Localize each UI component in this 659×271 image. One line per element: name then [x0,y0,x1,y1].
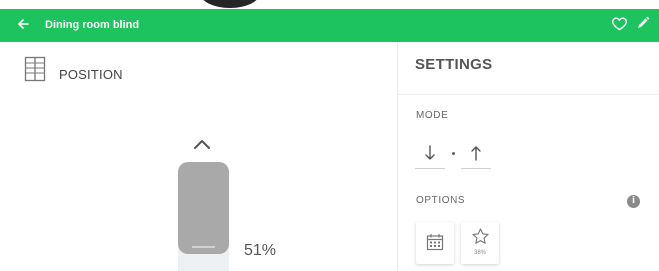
pencil-icon[interactable] [636,16,650,30]
position-title: POSITION [59,67,123,82]
settings-divider [398,94,659,95]
heart-outline-icon[interactable] [611,15,628,32]
page-title: Dining room blind [45,19,140,31]
schedule-option-button[interactable] [416,222,454,264]
mode-separator-dot [452,152,455,155]
cropped-overlay [200,0,260,8]
app-bar: Dining room blind [0,9,659,42]
mode-label: MODE [416,110,449,121]
mode-down-button[interactable] [415,140,445,169]
settings-title: SETTINGS [415,56,493,73]
calendar-icon [426,234,444,251]
chevron-up-icon[interactable] [192,137,212,151]
options-label: OPTIONS [416,195,466,206]
blind-position-slider[interactable] [178,162,229,254]
position-panel: POSITION 51% [0,42,397,271]
top-edge [0,0,659,9]
favorite-position-value: 38% [473,250,486,256]
arrow-left-icon[interactable] [16,17,30,31]
position-value: 51% [244,242,277,259]
settings-panel: SETTINGS MODE OPTIONS i 38% [398,42,659,271]
info-icon[interactable]: i [627,195,640,208]
star-outline-icon [472,228,489,244]
window-blind-icon [24,56,46,82]
blind-handle[interactable] [192,246,215,248]
mode-up-button[interactable] [461,140,491,169]
favorite-option-button[interactable]: 38% [461,222,499,264]
